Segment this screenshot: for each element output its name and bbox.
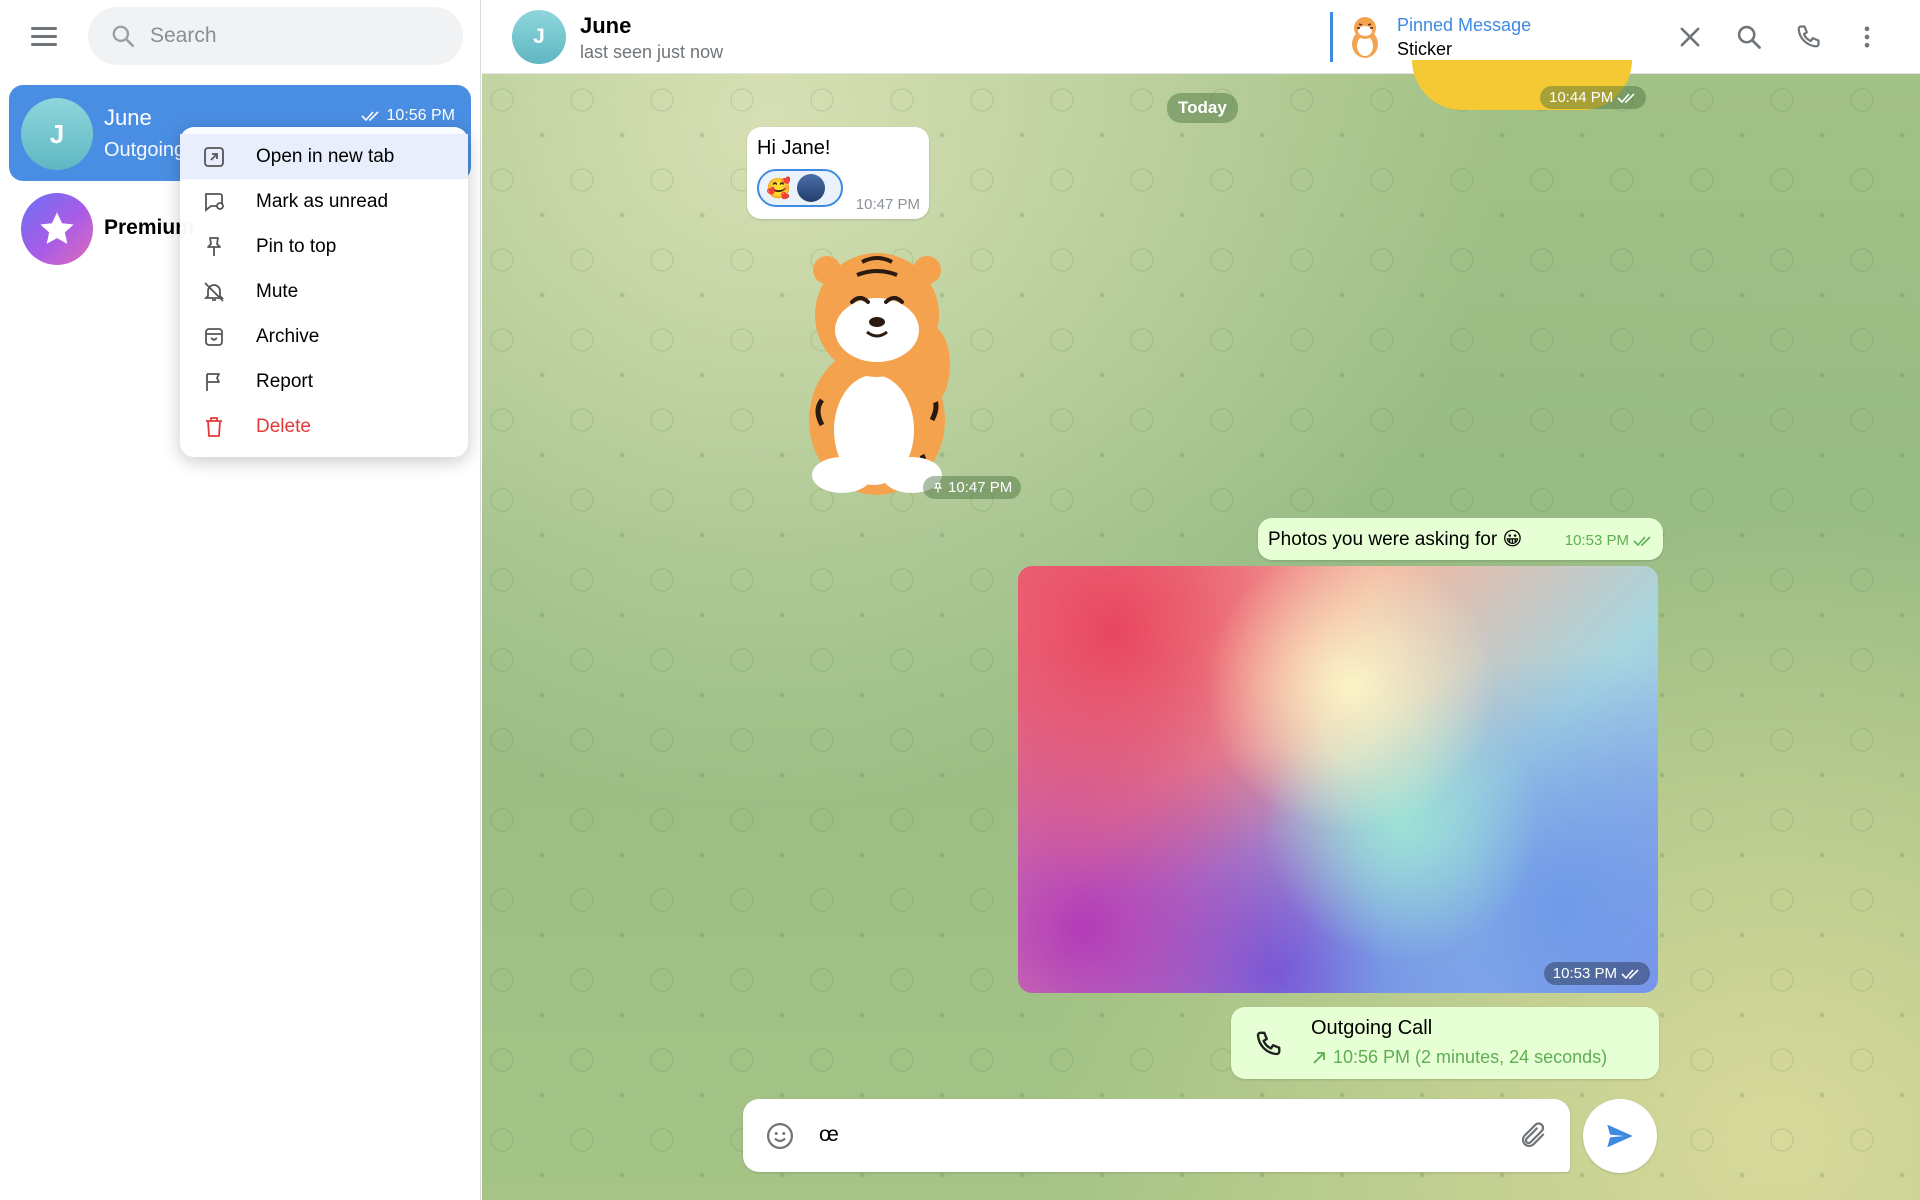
star-icon (40, 212, 74, 244)
menu-item-report[interactable]: Report (180, 359, 468, 404)
message-text: Photos you were asking for 😀 (1268, 528, 1523, 550)
trash-icon (206, 416, 222, 437)
pinned-message-bar[interactable]: Pinned Message Sticker (1330, 12, 1531, 62)
sticker-time-pill: 10:44 PM (1540, 86, 1647, 109)
message-time: 10:53 PM (1565, 532, 1653, 549)
close-pinned-button[interactable] (1673, 20, 1707, 54)
photo-message[interactable]: 10:53 PM (1018, 566, 1658, 993)
premium-avatar (21, 193, 93, 265)
send-button[interactable] (1583, 1099, 1657, 1173)
send-icon (1607, 1124, 1633, 1148)
sticker-time-pill: 10:47 PM (923, 476, 1022, 499)
tiger-sticker-thumbnail (1352, 17, 1378, 58)
avatar[interactable]: J (512, 10, 566, 64)
emoji-icon[interactable] (765, 1121, 795, 1151)
photo-time-pill: 10:53 PM (1543, 962, 1650, 985)
reaction-badge[interactable]: 🥰 (757, 169, 843, 207)
chat-preview: Outgoing (104, 139, 186, 161)
double-check-icon (360, 111, 379, 122)
paperclip-icon[interactable] (1518, 1121, 1548, 1151)
search-chat-button[interactable] (1732, 20, 1766, 54)
call-detail: 10:56 PM (2 minutes, 24 seconds) (1311, 1047, 1607, 1068)
menu-item-mute[interactable]: Mute (180, 269, 468, 314)
double-check-icon (1633, 535, 1651, 546)
menu-item-archive[interactable]: Archive (180, 314, 468, 359)
pinned-title: Pinned Message (1397, 14, 1532, 35)
menu-item-open-new-tab[interactable]: Open in new tab (180, 134, 468, 179)
search-icon (1737, 25, 1761, 49)
more-vertical-icon (1864, 26, 1870, 48)
incoming-message[interactable]: Hi Jane! 🥰 10:47 PM (747, 127, 929, 219)
chat-list-panel: J June Outgoing 10:56 PM Premium Open in… (0, 0, 481, 1200)
pinned-content: Pinned Message Sticker (1397, 15, 1531, 60)
search-input[interactable] (150, 24, 430, 48)
menu-item-delete[interactable]: Delete (180, 404, 468, 449)
chat-time: 10:56 PM (360, 107, 455, 125)
chat-context-menu: Open in new tab Mark as unread Pin to to… (180, 127, 468, 457)
message-text: Hi Jane! (757, 137, 831, 159)
double-check-icon (1621, 968, 1639, 979)
menu-item-mark-unread[interactable]: Mark as unread (180, 179, 468, 224)
outgoing-message[interactable]: Photos you were asking for 😀 10:53 PM (1258, 518, 1663, 560)
last-seen-status: last seen just now (580, 42, 724, 62)
archive-icon (205, 327, 223, 346)
message-input[interactable] (819, 1119, 1479, 1151)
phone-icon (1797, 25, 1820, 48)
chat-header: J June last seen just now Pinned Message… (482, 0, 1920, 74)
avatar: J (21, 98, 93, 170)
chat-name: June (104, 105, 152, 130)
message-time: 10:47 PM (855, 196, 920, 213)
hamburger-menu-button[interactable] (24, 18, 64, 54)
pinned-text: Sticker (1397, 38, 1453, 59)
more-options-button[interactable] (1850, 20, 1884, 54)
arrow-up-right-icon (1313, 1051, 1325, 1064)
hamburger-menu-icon (31, 26, 57, 30)
search-icon (112, 25, 135, 48)
phone-icon[interactable] (1253, 1029, 1283, 1059)
open-new-tab-icon (204, 146, 224, 167)
tiger-sticker[interactable] (782, 240, 967, 500)
mark-unread-icon (204, 192, 224, 212)
chat-title[interactable]: June (580, 13, 631, 39)
flag-icon (206, 372, 220, 391)
double-check-icon (1617, 92, 1635, 103)
outgoing-call-message[interactable]: Outgoing Call 10:56 PM (2 minutes, 24 se… (1231, 1007, 1659, 1079)
pin-icon (207, 236, 221, 256)
reactor-avatar (796, 174, 825, 202)
menu-item-pin[interactable]: Pin to top (180, 224, 468, 269)
search-box[interactable] (88, 7, 463, 65)
pin-icon (933, 482, 943, 492)
call-button[interactable] (1791, 20, 1825, 54)
reaction-emoji: 🥰 (766, 177, 791, 200)
date-separator: Today (1167, 93, 1238, 123)
call-title: Outgoing Call (1311, 1017, 1433, 1039)
message-composer (743, 1099, 1570, 1172)
mute-icon (203, 281, 225, 302)
chat-area: J June last seen just now Pinned Message… (482, 0, 1920, 1200)
close-icon (1680, 27, 1700, 47)
